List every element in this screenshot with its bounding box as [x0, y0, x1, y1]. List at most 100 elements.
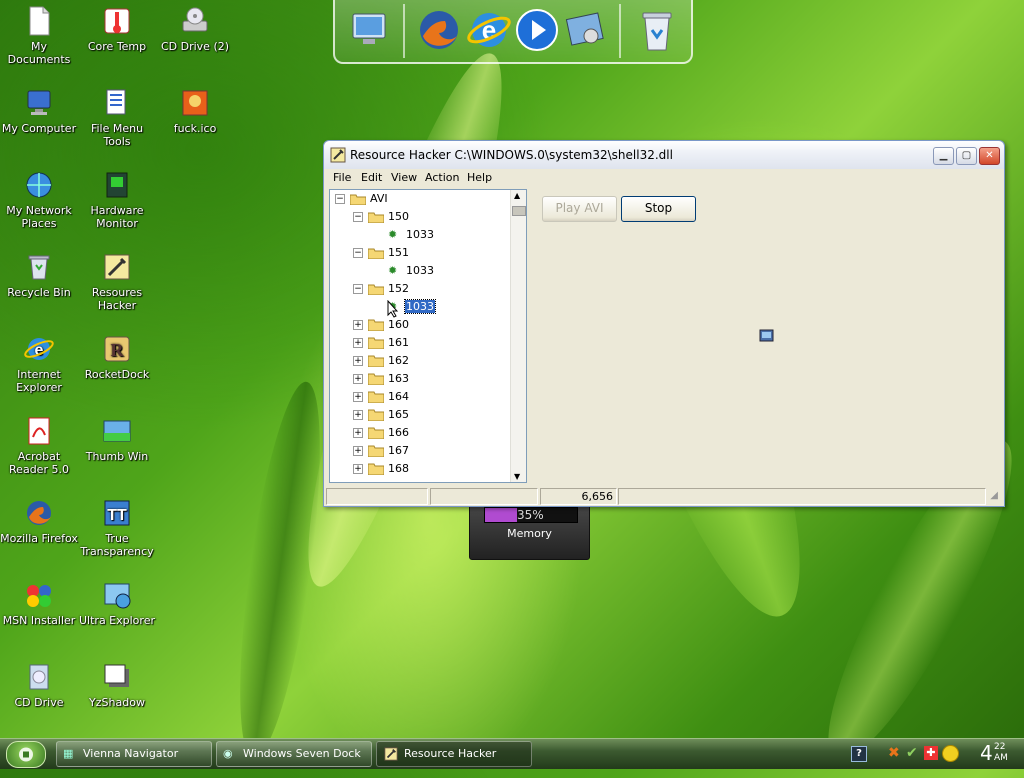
expand-toggle[interactable]: +: [353, 410, 363, 420]
status-bar: 6,656 ◢: [326, 488, 1000, 505]
svg-text:R: R: [111, 340, 125, 360]
desktop-icon-label: fuck.ico: [173, 122, 217, 135]
rocketdock-bar: e: [333, 0, 693, 64]
desktop-icon-msn-installer[interactable]: MSN Installer: [0, 579, 78, 627]
collapse-toggle[interactable]: −: [335, 194, 345, 204]
collapse-toggle[interactable]: −: [353, 212, 363, 222]
task-label: Windows Seven Dock: [243, 747, 361, 760]
desktop-icon-label: RocketDock: [84, 368, 150, 381]
tree-node-label: 151: [388, 246, 409, 259]
dock-item-my-computer[interactable]: [345, 6, 393, 54]
resource-gear-icon: ✹: [388, 228, 398, 241]
desktop-icon-hardware-monitor[interactable]: Hardware Monitor: [78, 169, 156, 230]
title-bar[interactable]: Resource Hacker C:\WINDOWS.0\system32\sh…: [324, 141, 1004, 169]
desktop-icon-ultra-explorer[interactable]: Ultra Explorer: [78, 579, 156, 627]
folder-open-icon: [368, 212, 384, 223]
memory-gadget[interactable]: 35% Memory: [469, 500, 590, 560]
expand-toggle[interactable]: +: [353, 374, 363, 384]
network-tray-icon[interactable]: ✚: [924, 746, 938, 760]
checkmark-tray-icon[interactable]: ✔: [906, 745, 918, 761]
dock-item-recycle-bin[interactable]: [633, 6, 681, 54]
expand-toggle[interactable]: +: [353, 428, 363, 438]
stop-button[interactable]: Stop: [621, 196, 696, 222]
taskbar-button-resource-hacker[interactable]: Resource Hacker: [376, 741, 532, 767]
resize-grip-icon[interactable]: ◢: [990, 490, 998, 501]
help-tray-icon[interactable]: ?: [851, 746, 867, 762]
seven-dock-icon: ◉: [223, 747, 233, 760]
tree-scrollbar[interactable]: ▲ ▼: [510, 190, 526, 482]
collapse-toggle[interactable]: −: [353, 284, 363, 294]
close-button[interactable]: ✕: [979, 147, 1000, 165]
desktop-icon-cd-drive-2[interactable]: CD Drive (2): [156, 5, 234, 53]
menu-file[interactable]: File: [333, 171, 351, 184]
status-panel: [618, 488, 986, 505]
scrollbar-thumb[interactable]: [512, 206, 526, 216]
desktop-icon-true-transparency[interactable]: TT True Transparency: [78, 497, 156, 558]
taskbar-button-windows-seven-dock[interactable]: ◉ Windows Seven Dock: [216, 741, 372, 767]
scroll-up-icon[interactable]: ▲: [514, 191, 520, 200]
desktop-icon-mozilla-firefox[interactable]: Mozilla Firefox: [0, 497, 78, 545]
collapse-toggle[interactable]: −: [353, 248, 363, 258]
thumbnail-window-icon: [103, 420, 131, 442]
dock-item-firefox[interactable]: [415, 6, 463, 54]
desktop-icon-my-computer[interactable]: My Computer: [0, 87, 78, 135]
desktop-icon-label: Ultra Explorer: [79, 614, 155, 627]
play-avi-button[interactable]: Play AVI: [542, 196, 617, 222]
tree-node-label: 167: [388, 444, 409, 457]
expand-toggle[interactable]: +: [353, 446, 363, 456]
menu-view[interactable]: View: [391, 171, 417, 184]
desktop-icon-thumb-win[interactable]: Thumb Win: [78, 415, 156, 463]
avi-animation-frame-icon: [759, 329, 774, 342]
desktop-icon-label: CD Drive: [14, 696, 64, 709]
taskbar-button-vienna-navigator[interactable]: ▦ Vienna Navigator: [56, 741, 212, 767]
dock-separator: [619, 4, 621, 58]
vienna-navigator-icon: ▦: [63, 747, 74, 760]
transparency-icon: TT: [104, 500, 130, 526]
dock-item-internet-explorer[interactable]: e: [465, 6, 513, 54]
desktop-icon-label: CD Drive (2): [160, 40, 230, 53]
file-tools-icon: [106, 89, 126, 115]
desktop-icon-rocketdock[interactable]: R RocketDock: [78, 333, 156, 381]
desktop-icon-cd-drive[interactable]: CD Drive: [0, 661, 78, 709]
desktop-icon-my-documents[interactable]: My Documents: [0, 5, 78, 66]
dock-item-media-player[interactable]: [513, 6, 561, 54]
smiley-tray-icon[interactable]: [942, 745, 959, 762]
maximize-button[interactable]: ▢: [956, 147, 977, 165]
folder-icon: [368, 427, 384, 439]
menu-help[interactable]: Help: [467, 171, 492, 184]
expand-toggle[interactable]: +: [353, 338, 363, 348]
desktop-icon-label: Acrobat Reader 5.0: [9, 450, 69, 476]
minimize-button[interactable]: ▁: [933, 147, 954, 165]
resource-gear-icon: ✹: [388, 264, 398, 277]
menu-action[interactable]: Action: [425, 171, 459, 184]
tree-node-label: 164: [388, 390, 409, 403]
desktop-icon-resource-hacker[interactable]: Resoures Hacker: [78, 251, 156, 312]
scroll-down-icon[interactable]: ▼: [514, 472, 520, 481]
ultra-explorer-icon: [104, 583, 131, 609]
start-button[interactable]: [6, 741, 46, 768]
expand-toggle[interactable]: +: [353, 320, 363, 330]
maximize-icon: ▢: [961, 150, 972, 161]
menu-edit[interactable]: Edit: [361, 171, 382, 184]
resource-tree[interactable]: − AVI − 150 ✹ 1033 − 151 ✹ 1033 − 152 10…: [329, 189, 527, 483]
desktop-icon-acrobat-reader[interactable]: Acrobat Reader 5.0: [0, 415, 78, 476]
desktop-icon-file-menu-tools[interactable]: File Menu Tools: [78, 87, 156, 148]
tree-node-label: 168: [388, 462, 409, 475]
desktop-icon-label: Internet Explorer: [16, 368, 62, 394]
image-file-icon: [182, 90, 208, 116]
desktop-icon-my-network-places[interactable]: My Network Places: [0, 169, 78, 230]
desktop-icon-core-temp[interactable]: Core Temp: [78, 5, 156, 53]
media-player-icon: [516, 9, 558, 51]
desktop-icon-recycle-bin[interactable]: Recycle Bin: [0, 251, 78, 299]
dock-item-control-panel[interactable]: [561, 6, 609, 54]
security-tray-icon[interactable]: ✖: [888, 745, 900, 761]
msn-butterfly-icon: [27, 585, 51, 607]
desktop-icon-fuck-ico[interactable]: fuck.ico: [156, 87, 234, 135]
desktop-icon-internet-explorer[interactable]: e Internet Explorer: [0, 333, 78, 394]
desktop-icon-yzshadow[interactable]: YzShadow: [78, 661, 156, 709]
folder-open-icon: [368, 248, 384, 259]
expand-toggle[interactable]: +: [353, 464, 363, 474]
expand-toggle[interactable]: +: [353, 356, 363, 366]
expand-toggle[interactable]: +: [353, 392, 363, 402]
close-icon: ✕: [985, 150, 994, 161]
